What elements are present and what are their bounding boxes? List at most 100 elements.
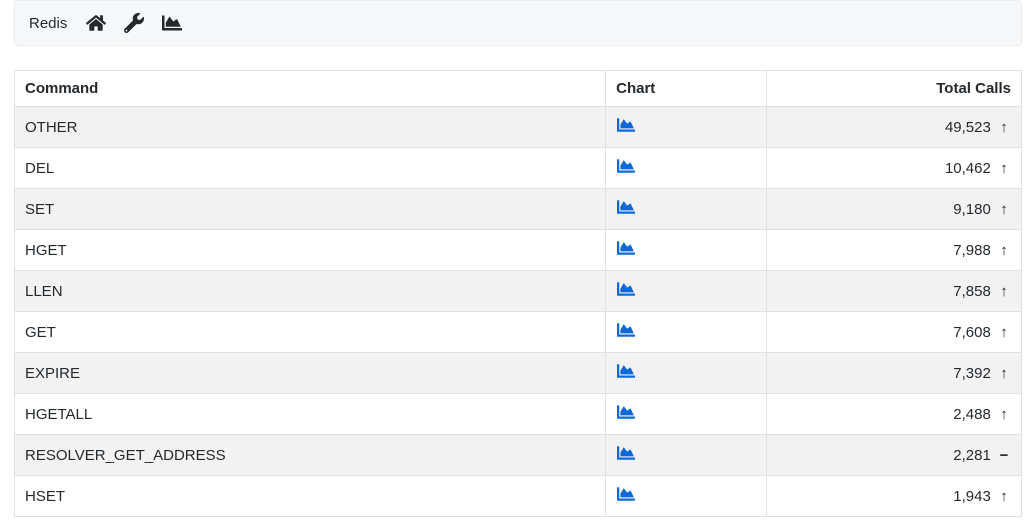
chart-cell bbox=[606, 230, 766, 271]
calls-value: 1,943 bbox=[953, 488, 991, 505]
home-icon[interactable] bbox=[85, 12, 107, 34]
command-cell: GET bbox=[15, 312, 606, 353]
commands-table: Command Chart Total Calls OTHER 49,523 ↑… bbox=[14, 70, 1022, 517]
total-calls-cell: 1,943 ↑ bbox=[766, 476, 1021, 517]
calls-value: 7,392 bbox=[953, 365, 991, 382]
chart-area-icon bbox=[616, 239, 636, 261]
chart-link[interactable] bbox=[616, 362, 636, 384]
wrench-icon[interactable] bbox=[123, 12, 145, 34]
table-row: LLEN 7,858 ↑ bbox=[15, 271, 1022, 312]
command-cell: HGET bbox=[15, 230, 606, 271]
chart-cell bbox=[606, 107, 766, 148]
chart-cell bbox=[606, 312, 766, 353]
command-text: DEL bbox=[25, 160, 54, 177]
chart-cell bbox=[606, 353, 766, 394]
chart-link[interactable] bbox=[616, 239, 636, 261]
total-calls-cell: 2,488 ↑ bbox=[766, 394, 1021, 435]
trend-up-icon: ↑ bbox=[997, 283, 1011, 300]
chart-cell bbox=[606, 476, 766, 517]
command-text: HGET bbox=[25, 242, 67, 259]
chart-link[interactable] bbox=[616, 444, 636, 466]
table-row: GET 7,608 ↑ bbox=[15, 312, 1022, 353]
calls-value: 2,488 bbox=[953, 406, 991, 423]
chart-area-icon bbox=[616, 444, 636, 466]
calls-value: 7,858 bbox=[953, 283, 991, 300]
table-row: OTHER 49,523 ↑ bbox=[15, 107, 1022, 148]
calls-value: 10,462 bbox=[945, 160, 991, 177]
table-row: EXPIRE 7,392 ↑ bbox=[15, 353, 1022, 394]
topbar-title: Redis bbox=[29, 15, 67, 32]
chart-area-icon bbox=[616, 485, 636, 507]
trend-up-icon: ↑ bbox=[997, 242, 1011, 259]
command-cell: DEL bbox=[15, 148, 606, 189]
total-calls-cell: 7,988 ↑ bbox=[766, 230, 1021, 271]
chart-area-icon bbox=[616, 198, 636, 220]
trend-flat-icon: − bbox=[997, 447, 1011, 464]
trend-up-icon: ↑ bbox=[997, 201, 1011, 218]
table-row: HSET 1,943 ↑ bbox=[15, 476, 1022, 517]
chart-link[interactable] bbox=[616, 198, 636, 220]
total-calls-cell: 2,281 − bbox=[766, 435, 1021, 476]
trend-up-icon: ↑ bbox=[997, 488, 1011, 505]
command-cell: RESOLVER_GET_ADDRESS bbox=[15, 435, 606, 476]
col-command[interactable]: Command bbox=[15, 71, 606, 107]
command-text: RESOLVER_GET_ADDRESS bbox=[25, 447, 226, 464]
table-row: SET 9,180 ↑ bbox=[15, 189, 1022, 230]
chart-link[interactable] bbox=[616, 280, 636, 302]
total-calls-cell: 9,180 ↑ bbox=[766, 189, 1021, 230]
chart-area-icon bbox=[616, 280, 636, 302]
chart-cell bbox=[606, 148, 766, 189]
chart-link[interactable] bbox=[616, 116, 636, 138]
chart-area-icon bbox=[616, 321, 636, 343]
calls-value: 49,523 bbox=[945, 119, 991, 136]
trend-up-icon: ↑ bbox=[997, 365, 1011, 382]
chart-link[interactable] bbox=[616, 403, 636, 425]
chart-link[interactable] bbox=[616, 157, 636, 179]
command-text: GET bbox=[25, 324, 56, 341]
chart-link[interactable] bbox=[616, 485, 636, 507]
chart-cell bbox=[606, 435, 766, 476]
total-calls-cell: 7,392 ↑ bbox=[766, 353, 1021, 394]
chart-cell bbox=[606, 271, 766, 312]
chart-area-icon bbox=[616, 403, 636, 425]
chart-area-icon bbox=[616, 362, 636, 384]
chart-cell bbox=[606, 189, 766, 230]
calls-value: 7,608 bbox=[953, 324, 991, 341]
chart-cell bbox=[606, 394, 766, 435]
command-cell: SET bbox=[15, 189, 606, 230]
command-cell: EXPIRE bbox=[15, 353, 606, 394]
chart-area-icon[interactable] bbox=[161, 12, 183, 34]
table-row: RESOLVER_GET_ADDRESS 2,281 − bbox=[15, 435, 1022, 476]
chart-link[interactable] bbox=[616, 321, 636, 343]
command-cell: OTHER bbox=[15, 107, 606, 148]
topbar: Redis bbox=[14, 0, 1022, 46]
command-text: HSET bbox=[25, 488, 65, 505]
total-calls-cell: 10,462 ↑ bbox=[766, 148, 1021, 189]
chart-area-icon bbox=[616, 116, 636, 138]
total-calls-cell: 7,858 ↑ bbox=[766, 271, 1021, 312]
table-row: HGETALL 2,488 ↑ bbox=[15, 394, 1022, 435]
trend-up-icon: ↑ bbox=[997, 406, 1011, 423]
total-calls-cell: 49,523 ↑ bbox=[766, 107, 1021, 148]
table-header-row: Command Chart Total Calls bbox=[15, 71, 1022, 107]
table-row: HGET 7,988 ↑ bbox=[15, 230, 1022, 271]
total-calls-cell: 7,608 ↑ bbox=[766, 312, 1021, 353]
command-cell: LLEN bbox=[15, 271, 606, 312]
col-total-calls[interactable]: Total Calls bbox=[766, 71, 1021, 107]
trend-up-icon: ↑ bbox=[997, 119, 1011, 136]
command-text: LLEN bbox=[25, 283, 63, 300]
calls-value: 7,988 bbox=[953, 242, 991, 259]
trend-up-icon: ↑ bbox=[997, 160, 1011, 177]
calls-value: 2,281 bbox=[953, 447, 991, 464]
chart-area-icon bbox=[616, 157, 636, 179]
col-chart[interactable]: Chart bbox=[606, 71, 766, 107]
command-cell: HGETALL bbox=[15, 394, 606, 435]
calls-value: 9,180 bbox=[953, 201, 991, 218]
trend-up-icon: ↑ bbox=[997, 324, 1011, 341]
command-text: HGETALL bbox=[25, 406, 92, 423]
command-text: EXPIRE bbox=[25, 365, 80, 382]
command-cell: HSET bbox=[15, 476, 606, 517]
table-row: DEL 10,462 ↑ bbox=[15, 148, 1022, 189]
command-text: OTHER bbox=[25, 119, 78, 136]
command-text: SET bbox=[25, 201, 54, 218]
